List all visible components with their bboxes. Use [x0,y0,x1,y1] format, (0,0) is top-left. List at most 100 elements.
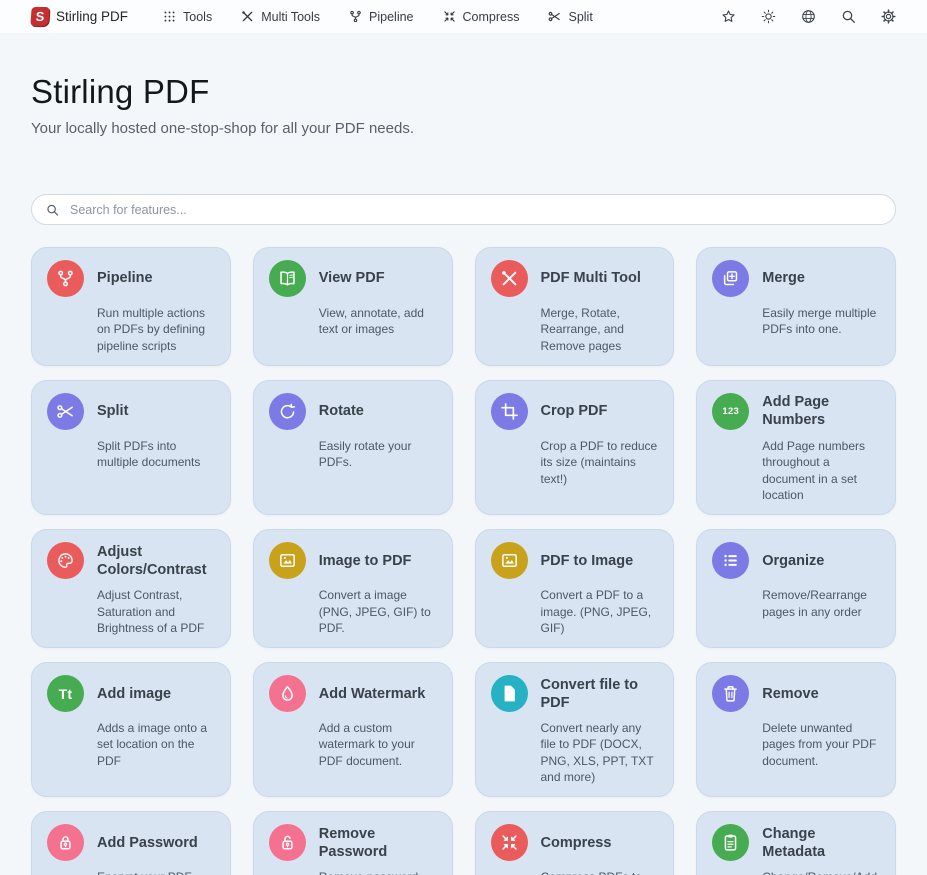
tool-card-pdf-to-image[interactable]: PDF to Image Convert a PDF to a image. (P… [475,529,675,648]
scissors-icon [547,9,562,24]
tool-card-title: Remove Password [319,825,437,861]
tool-card-add-password[interactable]: Add Password Encrypt your PDF document wi… [31,811,231,875]
tool-card-title: Remove [762,685,880,703]
tool-card-title: Convert file to PDF [541,676,659,712]
compress-icon [491,824,528,861]
brand[interactable]: S Stirling PDF [31,7,128,26]
tool-card-grid: Pipeline Run multiple actions on PDFs by … [31,247,896,875]
feature-search [31,194,896,225]
tool-card-description: Change/Remove/Add metadata from a PDF do… [762,869,880,875]
palette-icon [47,542,84,579]
tool-card-add-image[interactable]: Tt Add image Adds a image onto a set locat… [31,662,231,797]
star-icon [720,8,737,25]
tool-card-description: Encrypt your PDF document with a passwor… [97,869,215,875]
pipeline-icon [348,9,363,24]
image-icon [269,542,306,579]
tool-card-organize[interactable]: Organize Remove/Rearrange pages in any or… [696,529,896,648]
nav-item-pipeline[interactable]: Pipeline [348,9,413,24]
tool-card-compress[interactable]: CompressCompress PDFs to reduce their fi… [475,811,675,875]
nav-item-label: Compress [463,10,520,24]
tool-card-add-page-numbers[interactable]: 123Add Page NumbersAdd Page numbers thro… [696,380,896,515]
tool-card-description: Easily merge multiple PDFs into one. [762,305,880,338]
settings-button[interactable] [880,8,897,25]
page-subtitle: Your locally hosted one-stop-shop for al… [31,120,896,137]
tool-card-title: Adjust Colors/Contrast [97,543,215,579]
tool-card-title: Crop PDF [541,402,659,420]
tool-card-description: Convert a image (PNG, JPEG, GIF) to PDF. [319,587,437,636]
tool-card-image-to-pdf[interactable]: Image to PDF Convert a image (PNG, JPEG, … [253,529,453,648]
sun-icon [760,8,777,25]
tool-card-add-watermark[interactable]: Add WatermarkAdd a custom watermark to y… [253,662,453,797]
tool-card-pipeline[interactable]: Pipeline Run multiple actions on PDFs by … [31,247,231,366]
nav-item-compress[interactable]: Compress [442,9,520,24]
tool-card-rotate[interactable]: RotateEasily rotate your PDFs. [253,380,453,515]
tool-card-title: Change Metadata [762,825,880,861]
tool-card-description: Run multiple actions on PDFs by defining… [97,305,215,354]
tool-card-title: Add image [97,685,215,703]
nav-item-split[interactable]: Split [547,9,592,24]
tool-card-adjust-colors-contrast[interactable]: Adjust Colors/Contrast Adjust Contrast, S… [31,529,231,648]
tool-card-convert-file-to-pdf[interactable]: Convert file to PDF Convert nearly any fi… [475,662,675,797]
merge-icon [712,260,749,297]
tool-card-title: PDF to Image [541,552,659,570]
navbar: S Stirling PDF Tools Multi Tools Pipeline C… [0,0,927,33]
globe-icon [800,8,817,25]
tool-card-change-metadata[interactable]: Change Metadata Change/Remove/Add metadat… [696,811,896,875]
tools-icon [491,260,528,297]
image-icon [491,542,528,579]
tool-card-description: Convert a PDF to a image. (PNG, JPEG, GI… [541,587,659,636]
lock-icon [47,824,84,861]
pipeline-icon [47,260,84,297]
grid-icon [162,9,177,24]
numbers-123-icon: 123 [712,393,749,430]
favorites-button[interactable] [720,8,737,25]
search-input[interactable] [31,194,896,225]
tool-card-description: Adjust Contrast, Saturation and Brightne… [97,587,215,636]
compress-icon [442,9,457,24]
scissors-icon [47,393,84,430]
tool-card-remove-password[interactable]: Remove Password Remove password protectio… [253,811,453,875]
tool-card-crop-pdf[interactable]: Crop PDFCrop a PDF to reduce its size (m… [475,380,675,515]
nav-item-multi-tools[interactable]: Multi Tools [240,9,320,24]
book-icon [269,260,306,297]
list-icon [712,542,749,579]
nav-item-label: Pipeline [369,10,413,24]
tool-card-merge[interactable]: MergeEasily merge multiple PDFs into one… [696,247,896,366]
nav-item-label: Multi Tools [261,10,320,24]
nav-item-tools[interactable]: Tools [162,9,212,24]
tool-card-title: Pipeline [97,269,215,287]
tool-card-title: Split [97,402,215,420]
tool-card-title: Add Password [97,834,215,852]
tool-card-description: Remove/Rearrange pages in any order [762,587,880,620]
unlock-icon [269,824,306,861]
tool-card-description: Convert nearly any file to PDF (DOCX, PN… [541,720,659,785]
tool-card-description: Split PDFs into multiple documents [97,438,215,471]
language-button[interactable] [800,8,817,25]
search-button[interactable] [840,8,857,25]
tool-card-title: Add Page Numbers [762,393,880,429]
tool-card-view-pdf[interactable]: View PDFView, annotate, add text or imag… [253,247,453,366]
tool-card-pdf-multi-tool[interactable]: PDF Multi Tool Merge, Rotate, Rearrange, … [475,247,675,366]
tool-card-title: PDF Multi Tool [541,269,659,287]
tool-card-description: Adds a image onto a set location on the … [97,720,215,769]
crop-icon [491,393,528,430]
tool-card-title: Compress [541,834,659,852]
tool-card-description: Remove password protection from your PDF… [319,869,437,875]
theme-toggle-button[interactable] [760,8,777,25]
main-content: Stirling PDF Your locally hosted one-sto… [0,73,927,875]
tool-card-remove[interactable]: Remove Delete unwanted pages from your PD… [696,662,896,797]
tool-card-title: Organize [762,552,880,570]
text-Tt-icon: Tt [47,675,84,712]
tool-card-title: Image to PDF [319,552,437,570]
brand-name: Stirling PDF [56,9,128,24]
page-title: Stirling PDF [31,73,896,111]
tool-card-title: View PDF [319,269,437,287]
tool-card-split[interactable]: Split Split PDFs into multiple documents [31,380,231,515]
search-icon [45,202,60,217]
hero: Stirling PDF Your locally hosted one-sto… [31,73,896,137]
tool-card-description: Delete unwanted pages from your PDF docu… [762,720,880,769]
tool-card-description: Merge, Rotate, Rearrange, and Remove pag… [541,305,659,354]
nav-item-label: Split [568,10,592,24]
clipboard-icon [712,824,749,861]
tool-card-title: Rotate [319,402,437,420]
